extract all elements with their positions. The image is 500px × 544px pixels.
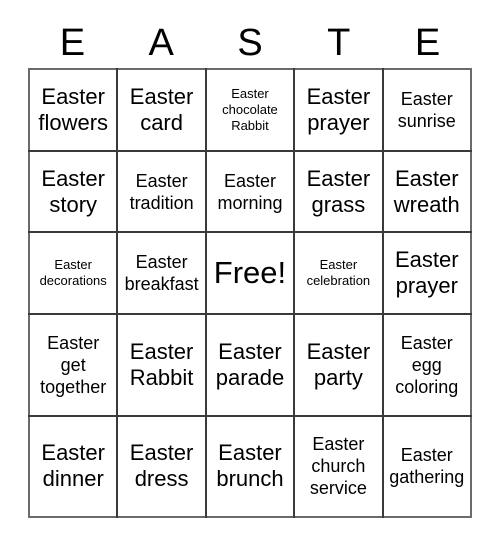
- bingo-cell[interactable]: Easter breakfast: [117, 232, 207, 316]
- bingo-cell[interactable]: Easter brunch: [205, 415, 296, 517]
- bingo-cell[interactable]: Easter decorations: [29, 232, 119, 316]
- header-letter-4: T: [327, 22, 351, 64]
- bingo-cell[interactable]: Easter morning: [205, 150, 296, 234]
- bingo-cell[interactable]: Easter dress: [117, 415, 207, 517]
- bingo-row: Easter decorations Easter breakfast Free…: [29, 232, 471, 316]
- bingo-grid: Easter flowers Easter card Easter chocol…: [28, 68, 472, 518]
- bingo-cell[interactable]: Easter flowers: [29, 69, 119, 152]
- bingo-cell[interactable]: Easter get together: [29, 314, 119, 417]
- bingo-card: E A S T E Easter flowers Easter card Eas…: [0, 0, 500, 544]
- bingo-row: Easter story Easter tradition Easter mor…: [29, 150, 471, 234]
- bingo-cell[interactable]: Easter celebration: [294, 232, 384, 316]
- header-letter-2: A: [148, 22, 174, 64]
- bingo-cell[interactable]: Easter Rabbit: [117, 314, 207, 417]
- bingo-cell[interactable]: Easter sunrise: [382, 69, 471, 152]
- bingo-cell[interactable]: Easter story: [29, 150, 119, 234]
- bingo-cell[interactable]: Easter egg coloring: [382, 314, 471, 417]
- bingo-cell[interactable]: Easter gathering: [383, 416, 471, 517]
- bingo-row: Easter get together Easter Rabbit Easter…: [29, 314, 471, 417]
- header-letter-5: E: [414, 22, 441, 64]
- bingo-row: Easter dinner Easter dress Easter brunch…: [29, 415, 471, 517]
- bingo-cell[interactable]: Easter dinner: [29, 415, 119, 517]
- bingo-free-cell[interactable]: Free!: [205, 232, 296, 316]
- header-letter-1: E: [59, 22, 86, 64]
- bingo-cell[interactable]: Easter prayer: [382, 232, 471, 316]
- header-letter-3: S: [237, 22, 263, 64]
- bingo-cell[interactable]: Easter prayer: [294, 69, 384, 152]
- bingo-row: Easter flowers Easter card Easter chocol…: [29, 69, 471, 152]
- bingo-header-letters: E A S T E: [28, 18, 472, 68]
- bingo-cell[interactable]: Easter tradition: [117, 150, 207, 234]
- bingo-cell[interactable]: Easter parade: [205, 314, 296, 417]
- bingo-cell[interactable]: Easter grass: [294, 150, 384, 234]
- bingo-cell[interactable]: Easter wreath: [382, 150, 471, 234]
- bingo-cell[interactable]: Easter chocolate Rabbit: [205, 69, 296, 152]
- bingo-cell[interactable]: Easter card: [117, 69, 207, 152]
- bingo-cell[interactable]: Easter party: [294, 314, 384, 417]
- bingo-cell[interactable]: Easter church service: [294, 415, 384, 517]
